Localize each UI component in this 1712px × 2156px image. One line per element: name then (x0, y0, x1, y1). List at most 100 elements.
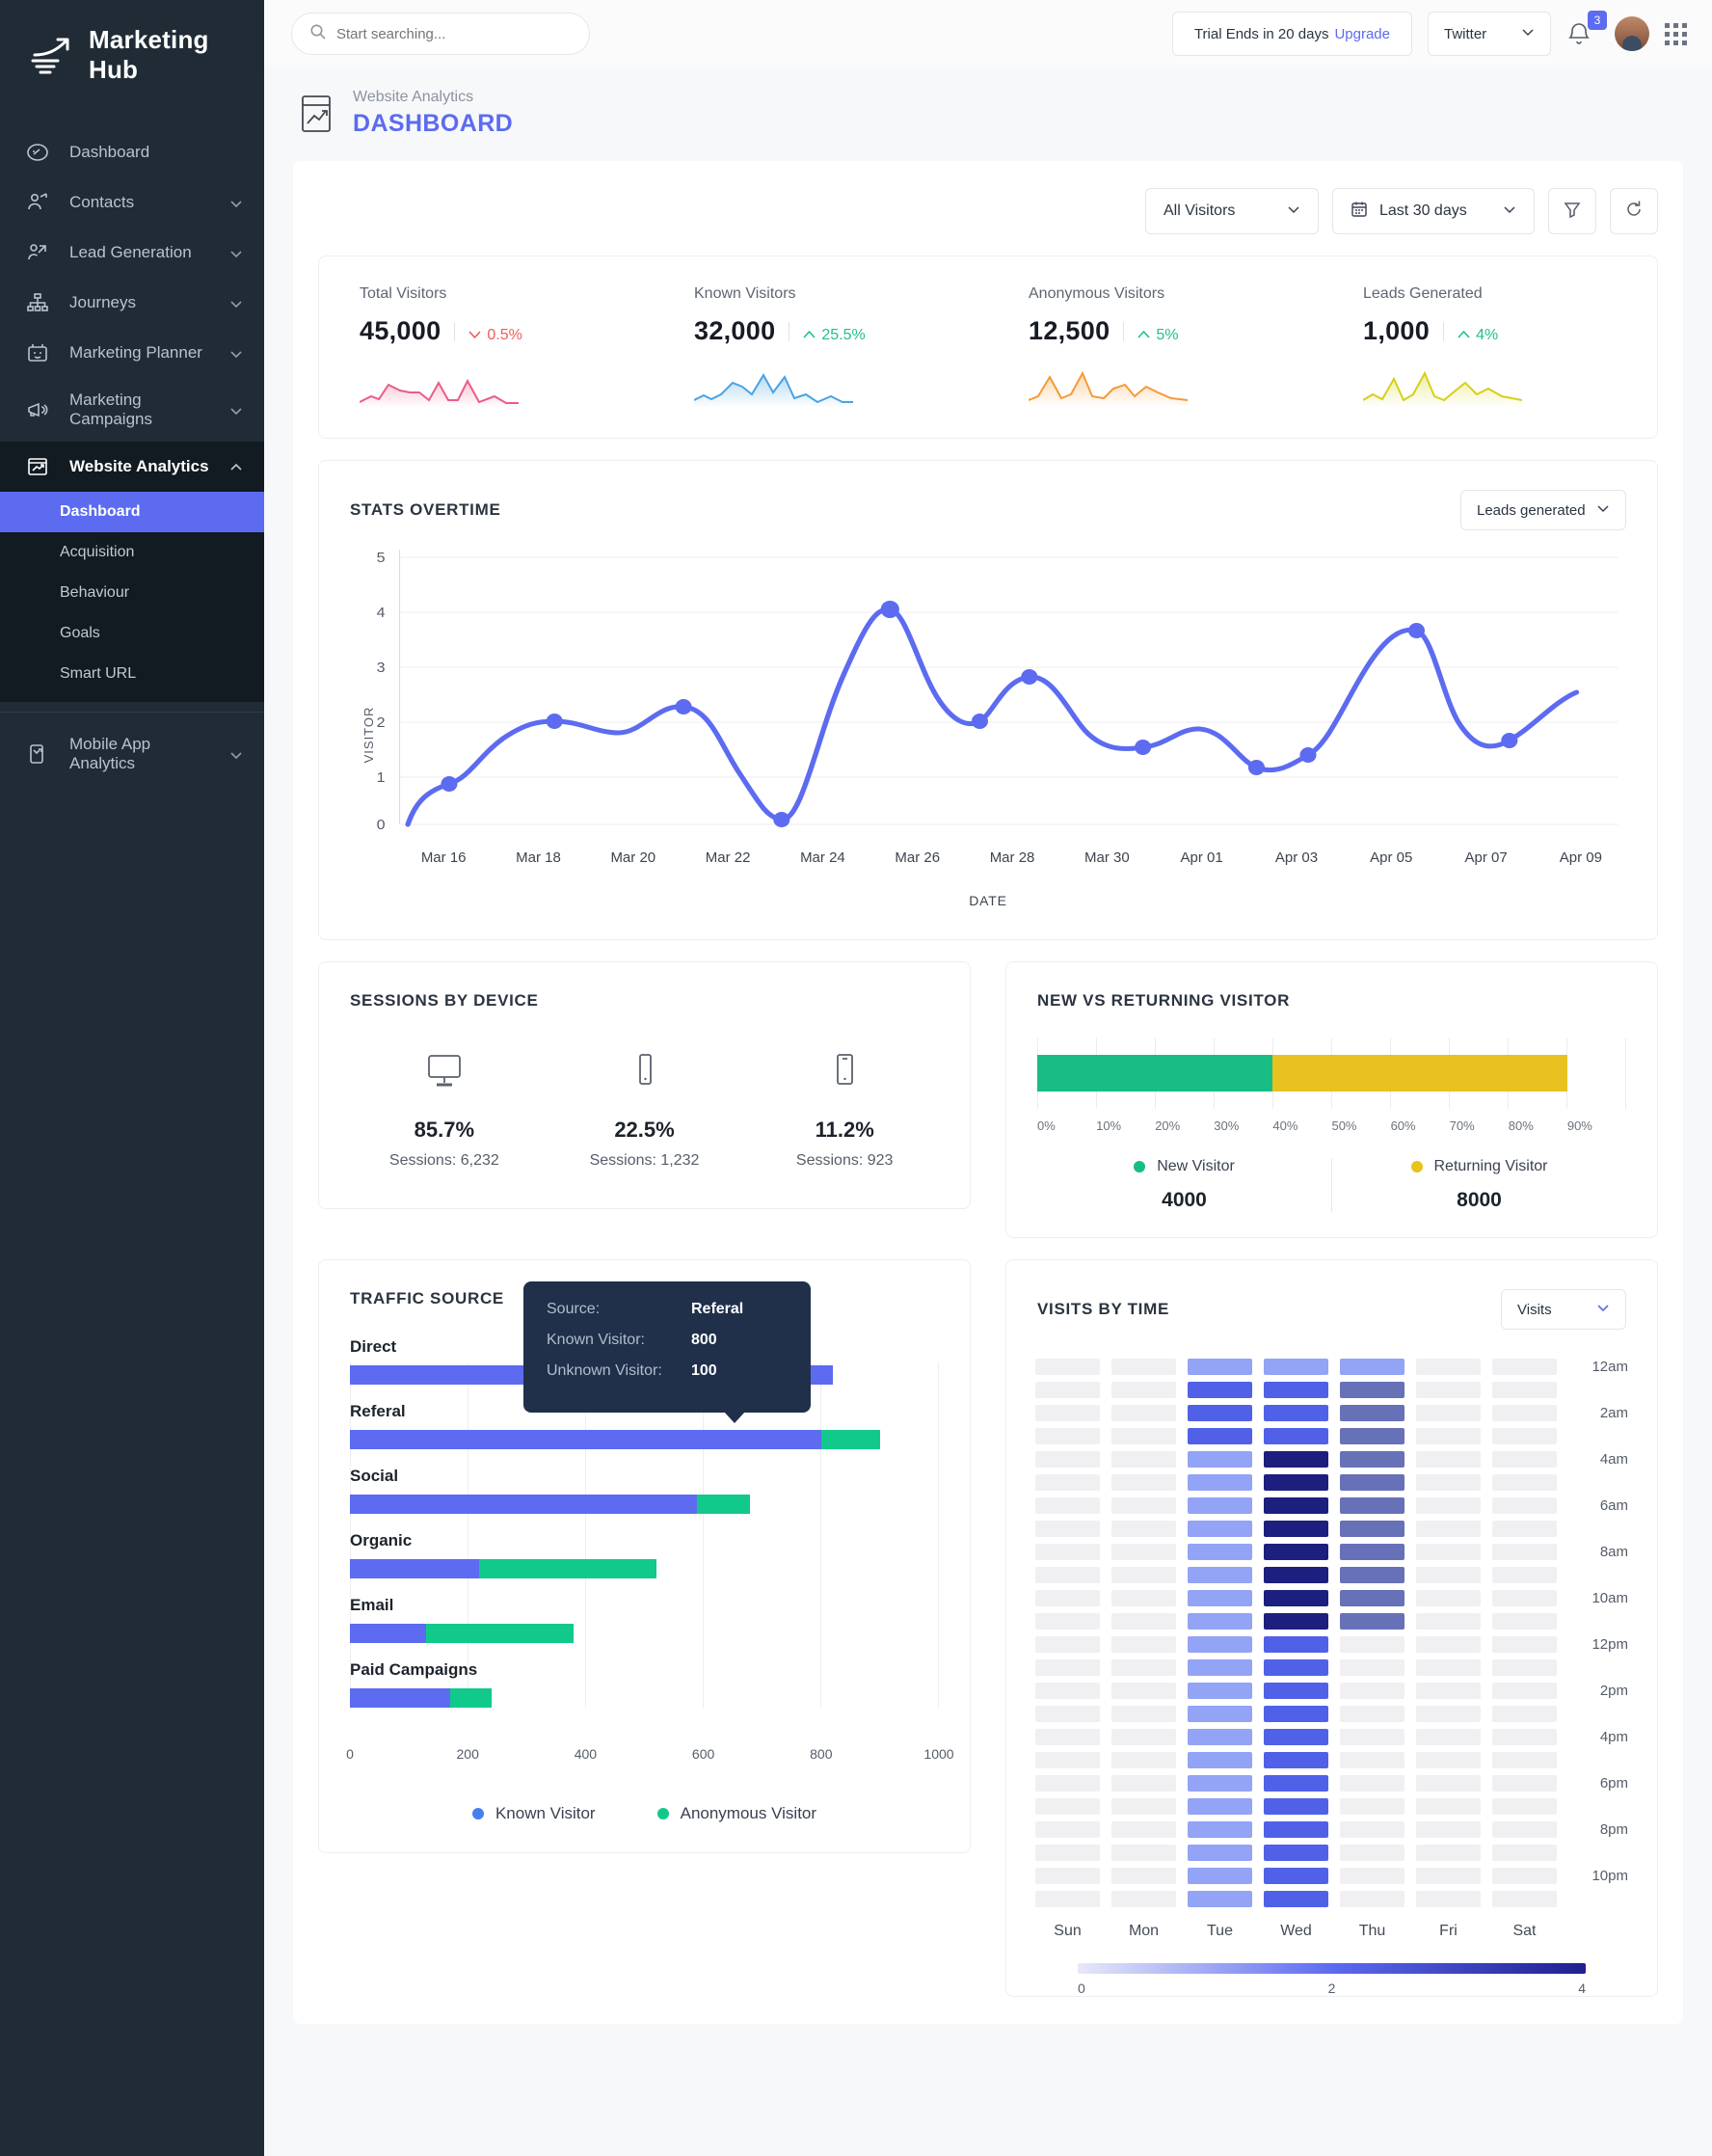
heatmap-grid: 12am 2am 4am 6am 8am (1035, 1359, 1628, 1907)
sidebar-item-contacts[interactable]: Contacts (0, 177, 264, 228)
kpi-delta-value: 5% (1156, 327, 1178, 344)
x-tick: 200 (457, 1746, 479, 1762)
traffic-source-tooltip: Source:Referal Known Visitor:800 Unknown… (523, 1281, 811, 1413)
device-sessions: Sessions: 923 (744, 1152, 945, 1170)
bar-segment-anonymous (697, 1495, 750, 1514)
new-vs-returning-header: NEW VS RETURNING VISITOR (1006, 962, 1657, 1011)
sidebar-subitem-dashboard[interactable]: Dashboard (0, 492, 264, 532)
sidebar-subitem-acquisition[interactable]: Acquisition (0, 532, 264, 573)
x-tick: 600 (692, 1746, 714, 1762)
device-percent: 85.7% (344, 1118, 545, 1143)
legend-anonymous-visitor: Anonymous Visitor (657, 1804, 816, 1823)
x-tick: 1000 (923, 1746, 953, 1762)
visitors-select[interactable]: All Visitors (1145, 188, 1319, 234)
search-input[interactable] (336, 26, 572, 42)
notifications-button[interactable]: 3 (1566, 14, 1599, 53)
stats-overtime-metric-select[interactable]: Leads generated (1460, 490, 1626, 530)
trial-status-pill[interactable]: Trial Ends in 20 days Upgrade (1172, 12, 1412, 56)
tooltip-value: 800 (691, 1332, 717, 1349)
x-tick: Mar 26 (870, 849, 965, 866)
heatmap-column-tue (1188, 1359, 1252, 1907)
avatar[interactable] (1615, 16, 1649, 51)
x-tick: 0 (346, 1746, 354, 1762)
apps-grid-icon[interactable] (1665, 23, 1687, 45)
data-point (441, 776, 457, 792)
sessions-by-device-card: SESSIONS BY DEVICE 85.7% (318, 961, 971, 1238)
sparkline-total-visitors (360, 367, 519, 408)
traffic-row-email: Email (350, 1596, 939, 1643)
sidebar-item-label: Marketing Planner (69, 343, 210, 363)
sidebar-item-label: Dashboard (69, 143, 243, 162)
new-vs-returning-legend: New Visitor 4000 Returning Visitor (1037, 1158, 1626, 1212)
sidebar-item-lead-generation[interactable]: Lead Generation (0, 228, 264, 278)
chevron-down-icon (1596, 501, 1610, 519)
device-sessions: Sessions: 1,232 (545, 1152, 745, 1170)
device-mobile: 22.5% Sessions: 1,232 (545, 1053, 745, 1170)
filter-button[interactable] (1548, 188, 1596, 234)
device-sessions: Sessions: 6,232 (344, 1152, 545, 1170)
sidebar-item-mobile-app-analytics[interactable]: Mobile App Analytics (0, 722, 264, 786)
sidebar-item-label: Marketing Campaigns (69, 391, 210, 429)
svg-text:3: 3 (377, 660, 386, 675)
sidebar-item-website-analytics[interactable]: Website Analytics (0, 442, 264, 492)
sidebar-nav: Dashboard Contacts (0, 127, 264, 786)
color-scale-labels: 0 2 4 (1078, 1981, 1586, 1996)
heatmap-column-sun (1035, 1359, 1100, 1907)
gauge-icon (25, 140, 50, 165)
legend-label: Anonymous Visitor (681, 1804, 816, 1823)
bar-segment-known (350, 1559, 479, 1578)
upgrade-link[interactable]: Upgrade (1334, 26, 1390, 42)
new-vs-returning-xaxis: 0% 10% 20% 30% 40% 50% 60% 70% 80% 90% (1037, 1118, 1626, 1133)
brand-name: Marketing Hub (89, 25, 264, 85)
y-tick: 6am (1568, 1497, 1628, 1514)
x-tick: 0% (1037, 1118, 1096, 1133)
sidebar-item-journeys[interactable]: Journeys (0, 278, 264, 328)
chevron-down-icon (229, 346, 243, 360)
x-tick: Tue (1188, 1923, 1252, 1940)
search-box[interactable] (291, 13, 590, 55)
brand[interactable]: Marketing Hub (0, 0, 264, 114)
x-tick: 70% (1450, 1118, 1509, 1133)
stats-overtime-title: STATS OVERTIME (350, 500, 501, 520)
legend-value: 8000 (1332, 1189, 1626, 1212)
kpi-delta: 0.5% (468, 327, 522, 344)
new-vs-returning-card: NEW VS RETURNING VISITOR (1005, 961, 1658, 1238)
stats-overtime-card: STATS OVERTIME Leads generated VISITOR (318, 460, 1658, 940)
chevron-down-icon (1521, 25, 1535, 42)
sidebar-subitem-behaviour[interactable]: Behaviour (0, 573, 264, 613)
refresh-button[interactable] (1610, 188, 1658, 234)
legend-new-visitor: New Visitor 4000 (1037, 1158, 1331, 1212)
date-range-select[interactable]: Last 30 days (1332, 188, 1535, 234)
sidebar-item-marketing-campaigns[interactable]: Marketing Campaigns (0, 378, 264, 442)
new-vs-returning-body: 0% 10% 20% 30% 40% 50% 60% 70% 80% 90% (1006, 1011, 1657, 1237)
kpi-value: 1,000 (1363, 316, 1430, 346)
visits-metric-select[interactable]: Visits (1501, 1289, 1626, 1330)
visitors-select-value: All Visitors (1164, 202, 1235, 220)
data-point (1501, 733, 1517, 748)
kpi-label: Anonymous Visitors (1029, 285, 1323, 303)
chevron-down-icon (1596, 1301, 1610, 1318)
kpi-total-visitors: Total Visitors 45,000 0.5% (319, 285, 654, 413)
svg-text:5: 5 (377, 550, 386, 565)
chevron-down-icon (229, 246, 243, 259)
sidebar-item-marketing-planner[interactable]: Marketing Planner (0, 328, 264, 378)
data-point (1408, 623, 1425, 638)
x-tick: Wed (1264, 1923, 1328, 1940)
device-desktop: 85.7% Sessions: 6,232 (344, 1053, 545, 1170)
bar-segment-known (350, 1624, 426, 1643)
device-list: 85.7% Sessions: 6,232 22.5% (319, 1011, 970, 1208)
sidebar-subitem-smart-url[interactable]: Smart URL (0, 654, 264, 694)
chevron-down-icon (229, 196, 243, 209)
legend-label: Known Visitor (495, 1804, 596, 1823)
data-point (1021, 669, 1037, 685)
traffic-source-card: TRAFFIC SOURCE Source:Referal Known Visi… (318, 1259, 971, 1997)
channel-select[interactable]: Twitter (1428, 12, 1551, 56)
traffic-row-label: Social (350, 1467, 939, 1486)
bar-segment-known (350, 1430, 821, 1449)
sidebar-subitem-goals[interactable]: Goals (0, 613, 264, 654)
metric-select-value: Visits (1517, 1302, 1552, 1318)
device-tablet: 11.2% Sessions: 923 (744, 1053, 945, 1170)
sidebar-item-dashboard[interactable]: Dashboard (0, 127, 264, 177)
x-tick: Mar 28 (965, 849, 1059, 866)
data-point (972, 714, 988, 729)
